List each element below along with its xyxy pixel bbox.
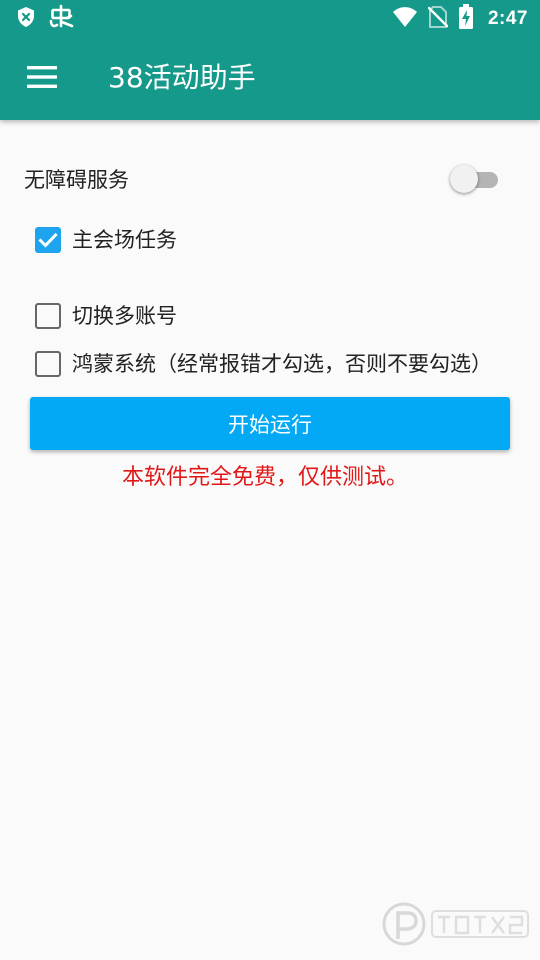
shield-x-icon: [16, 6, 36, 32]
check-icon: [38, 232, 58, 248]
watermark-logo: [382, 895, 534, 953]
free-software-notice: 本软件完全免费，仅供测试。: [121, 465, 408, 490]
bug-icon: [48, 4, 74, 34]
option-harmony-os[interactable]: 鸿蒙系统（经常报错才勾选，否则不要勾选）: [0, 344, 540, 384]
switch-thumb: [450, 165, 478, 193]
no-sim-icon: [427, 5, 449, 33]
switch-accounts-checkbox[interactable]: [35, 303, 61, 329]
wifi-icon: [392, 6, 418, 32]
battery-charging-icon: [458, 4, 474, 34]
accessibility-service-label: 无障碍服务: [24, 168, 129, 192]
main-venue-task-checkbox[interactable]: [35, 227, 61, 253]
switch-accounts-label: 切换多账号: [72, 304, 177, 328]
harmony-os-checkbox[interactable]: [35, 351, 61, 377]
main-venue-task-label: 主会场任务: [72, 228, 177, 252]
start-run-button-label: 开始运行: [228, 412, 312, 437]
app-header: 2:47 38活动助手: [0, 0, 540, 120]
start-run-button[interactable]: 开始运行: [30, 397, 510, 450]
status-time: 2:47: [487, 8, 528, 29]
option-main-venue-task[interactable]: 主会场任务: [0, 220, 540, 260]
accessibility-service-switch[interactable]: [450, 165, 500, 193]
hamburger-menu-icon: [27, 66, 57, 88]
option-switch-accounts[interactable]: 切换多账号: [0, 296, 540, 336]
accessibility-service-row: 无障碍服务: [0, 160, 540, 200]
menu-button[interactable]: [26, 64, 58, 90]
app-title: 38活动助手: [108, 61, 256, 94]
status-bar-right: 2:47: [392, 4, 528, 34]
status-bar-left: [16, 4, 74, 34]
harmony-os-label: 鸿蒙系统（经常报错才勾选，否则不要勾选）: [72, 352, 492, 376]
